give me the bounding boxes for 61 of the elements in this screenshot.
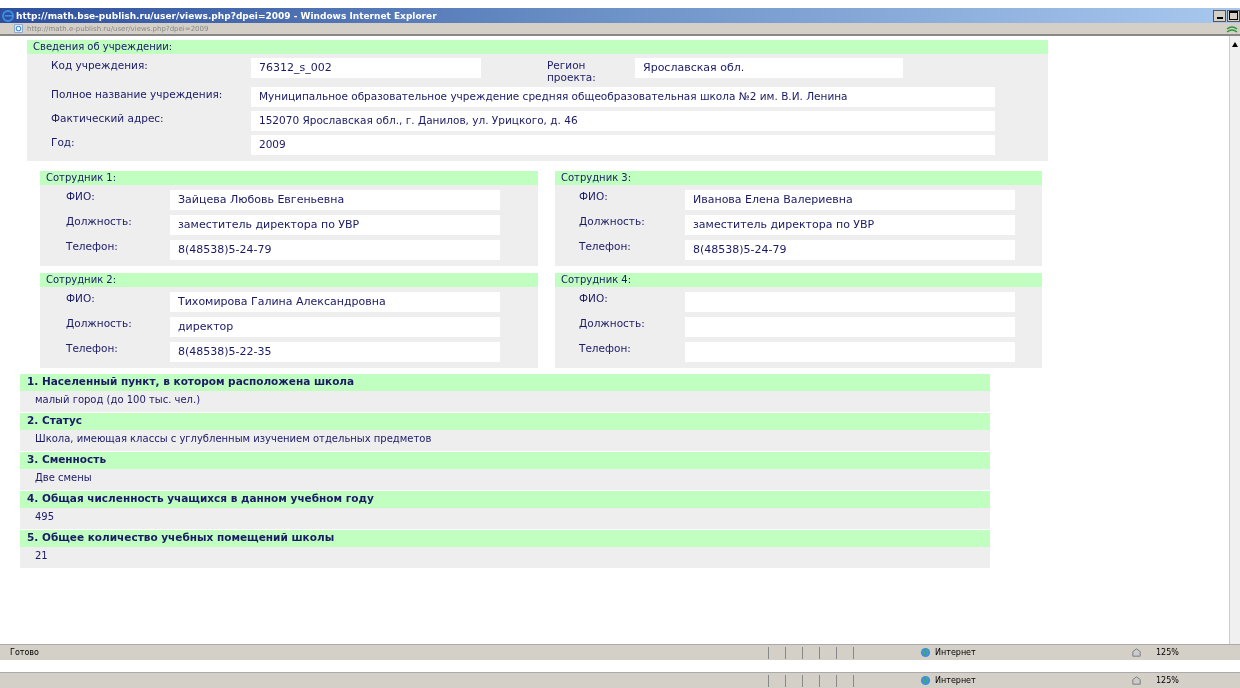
globe-icon bbox=[920, 675, 931, 686]
field-value: Зайцева Любовь Евгеньевна bbox=[170, 190, 500, 210]
zone-text: Интернет bbox=[935, 648, 977, 657]
page-icon bbox=[14, 24, 23, 33]
field-label: Телефон: bbox=[578, 240, 632, 252]
question-answer: Школа, имеющая классы с углубленным изучением отдельных предметов bbox=[20, 430, 990, 451]
field-value: 2009 bbox=[251, 135, 995, 155]
field-value: Муниципальное образовательное учреждение средняя общеобразовательная школа №2 им. В.И. Ленина bbox=[251, 87, 995, 107]
employee-header: Сотрудник 1: bbox=[40, 171, 538, 185]
zone-text: Интернет bbox=[935, 676, 977, 685]
field-label: ФИО: bbox=[65, 190, 96, 202]
status-text: Готово bbox=[9, 648, 40, 657]
browser-logo-icon bbox=[2, 9, 14, 22]
protected-mode-icon[interactable] bbox=[1131, 647, 1142, 658]
employee-header: Сотрудник 3: bbox=[555, 171, 1042, 185]
field-value: 76312_s_002 bbox=[251, 58, 481, 78]
field-value: 8(48538)5-24-79 bbox=[685, 240, 1015, 260]
question-header: 1. Населенный пункт, в котором расположена школа bbox=[20, 374, 990, 391]
field-value: заместитель директора по УВР bbox=[685, 215, 1015, 235]
field-label: Телефон: bbox=[65, 240, 119, 252]
field-label: Телефон: bbox=[578, 342, 632, 354]
question-header: 3. Сменность bbox=[20, 452, 990, 469]
field-label: Должность: bbox=[578, 215, 646, 227]
field-label: ФИО: bbox=[578, 292, 609, 304]
field-label: Должность: bbox=[65, 215, 133, 227]
employee-header: Сотрудник 4: bbox=[555, 273, 1042, 287]
field-label: Код учреждения: bbox=[50, 58, 149, 71]
field-value: 152070 Ярославская обл., г. Данилов, ул. Урицкого, д. 46 bbox=[251, 111, 995, 131]
field-label: Полное название учреждения: bbox=[50, 87, 224, 100]
window-title: http://math.bse-publish.ru/user/views.php?dpei=2009 - Windows Internet Explorer bbox=[16, 10, 437, 21]
field-label: Год: bbox=[50, 135, 76, 148]
field-label: ФИО: bbox=[65, 292, 96, 304]
field-value: 8(48538)5-22-35 bbox=[170, 342, 500, 362]
field-value: Тихомирова Галина Александровна bbox=[170, 292, 500, 312]
employee-header: Сотрудник 2: bbox=[40, 273, 538, 287]
question-answer: 495 bbox=[20, 508, 990, 529]
zoom-button[interactable]: 125% bbox=[1156, 648, 1179, 657]
maximize-button[interactable] bbox=[1227, 9, 1240, 22]
question-answer: 21 bbox=[20, 547, 990, 568]
zoom-button[interactable]: 125% bbox=[1156, 676, 1179, 685]
question-answer: Две смены bbox=[20, 469, 990, 490]
protected-mode-icon[interactable] bbox=[1131, 675, 1142, 686]
field-value: Иванова Елена Валериевна bbox=[685, 190, 1015, 210]
question-header: 5. Общее количество учебных помещений школы bbox=[20, 530, 990, 547]
field-label: Телефон: bbox=[65, 342, 119, 354]
field-label: ФИО: bbox=[578, 190, 609, 202]
field-value: 8(48538)5-24-79 bbox=[170, 240, 500, 260]
question-header: 2. Статус bbox=[20, 413, 990, 430]
section-header: Сведения об учреждении: bbox=[27, 40, 1048, 54]
field-label: Должность: bbox=[65, 317, 133, 329]
field-value: Ярославская обл. bbox=[635, 58, 903, 78]
scrollbar[interactable] bbox=[1229, 36, 1240, 644]
globe-icon bbox=[920, 647, 931, 658]
field-label: Регион проекта: bbox=[546, 58, 597, 83]
field-label: Фактический адрес: bbox=[50, 111, 165, 124]
minimize-button[interactable] bbox=[1213, 9, 1226, 22]
field-label: Должность: bbox=[578, 317, 646, 329]
field-value: заместитель директора по УВР bbox=[170, 215, 500, 235]
question-header: 4. Общая численность учащихся в данном учебном году bbox=[20, 491, 990, 508]
question-answer: малый город (до 100 тыс. чел.) bbox=[20, 391, 990, 412]
field-value: директор bbox=[170, 317, 500, 337]
